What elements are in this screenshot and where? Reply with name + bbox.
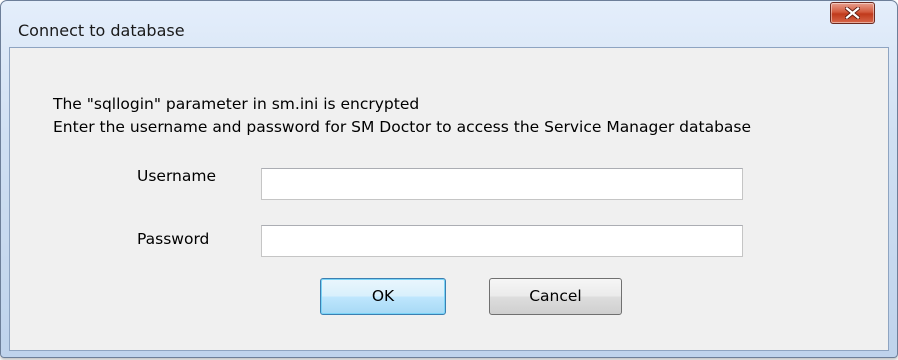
message-line-2: Enter the username and password for SM D… xyxy=(53,118,752,136)
ok-button[interactable]: OK xyxy=(320,278,446,315)
close-x-icon xyxy=(845,7,860,19)
message-line-1: The "sqllogin" parameter in sm.ini is en… xyxy=(53,95,420,113)
close-button[interactable] xyxy=(830,2,875,24)
dialog-content: The "sqllogin" parameter in sm.ini is en… xyxy=(9,47,889,351)
username-input[interactable] xyxy=(261,168,743,200)
username-label: Username xyxy=(137,167,217,185)
title-bar[interactable]: Connect to database xyxy=(1,1,897,40)
window-title: Connect to database xyxy=(18,21,185,40)
password-label: Password xyxy=(137,230,210,248)
password-input[interactable] xyxy=(261,225,743,257)
dialog-window: Connect to database The "sqllogin" param… xyxy=(0,0,898,358)
cancel-button[interactable]: Cancel xyxy=(489,278,622,315)
